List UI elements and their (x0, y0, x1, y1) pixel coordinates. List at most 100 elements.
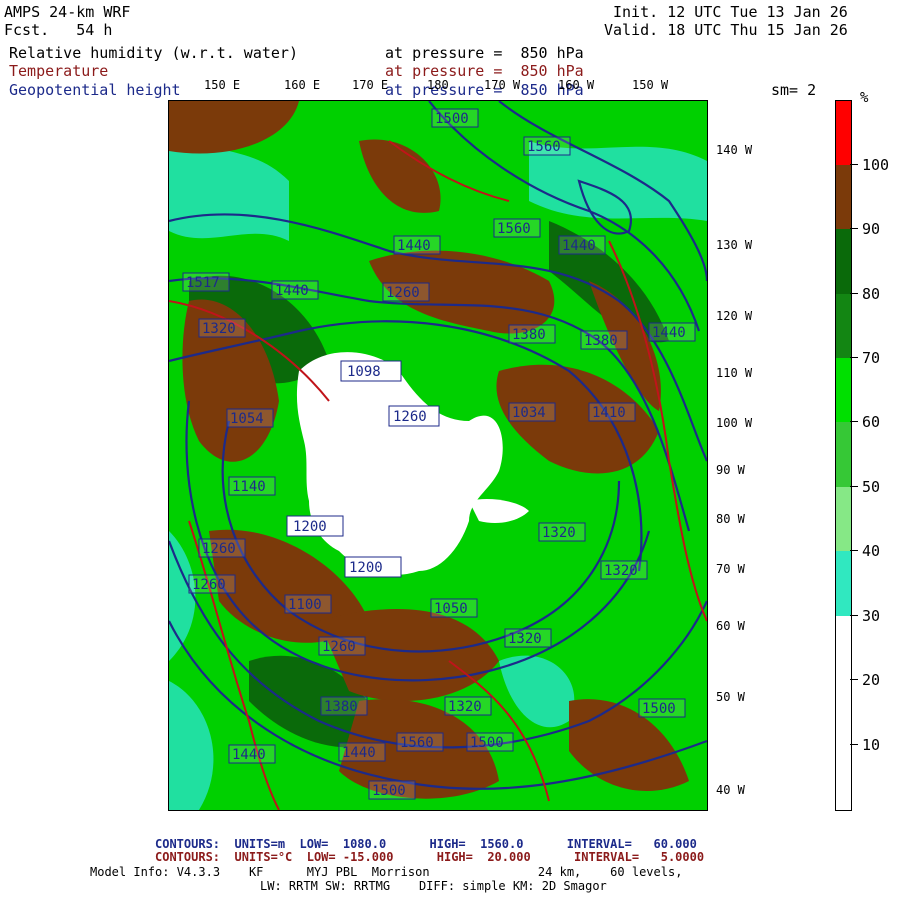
height-label: 1560 (523, 136, 571, 156)
svg-text:1320: 1320 (542, 525, 576, 541)
svg-text:1560: 1560 (400, 735, 434, 751)
svg-text:1054: 1054 (230, 411, 264, 427)
lon-label-top: 180 (427, 78, 449, 92)
height-label: 1260 (388, 405, 440, 427)
svg-text:1517: 1517 (186, 275, 220, 291)
height-label: 1260 (198, 538, 246, 558)
model-info-line2: LW: RRTM SW: RRTMG DIFF: simple KM: 2D S… (260, 879, 607, 893)
colorbar-bin (836, 680, 851, 745)
lon-label-top: 150 W (632, 78, 669, 92)
field3-name: Geopotential height (9, 81, 181, 99)
colorbar-tick-label: 40 (862, 542, 881, 560)
colorbar-tick-label: 30 (862, 607, 881, 625)
init-time: Init. 12 UTC Tue 13 Jan 26 (613, 3, 848, 21)
svg-text:1320: 1320 (604, 563, 638, 579)
svg-text:1140: 1140 (232, 479, 266, 495)
height-label: 1440 (228, 744, 276, 764)
svg-text:1320: 1320 (202, 321, 236, 337)
svg-text:1500: 1500 (642, 701, 676, 717)
lon-label-top: 160 E (284, 78, 321, 92)
map-canvas: 1500 1560 1560 1440 1440 1517 1440 1260 … (169, 101, 707, 810)
svg-text:1320: 1320 (508, 631, 542, 647)
lon-label-right: 70 W (716, 562, 745, 576)
height-label: 1140 (228, 476, 276, 496)
colorbar (835, 100, 852, 811)
colorbar-bin (836, 551, 851, 616)
field1-level: at pressure = 850 hPa (385, 44, 584, 62)
lon-label-top: 160 W (558, 78, 595, 92)
model-title: AMPS 24-km WRF (4, 3, 131, 21)
colorbar-tick-label: 90 (862, 220, 881, 238)
height-label: 1260 (188, 574, 236, 594)
lon-label-top: 170 W (484, 78, 521, 92)
svg-text:1050: 1050 (434, 601, 468, 617)
colorbar-bin (836, 101, 851, 165)
lon-label-top: 150 E (204, 78, 241, 92)
height-label: 1260 (318, 636, 366, 656)
svg-text:1500: 1500 (372, 783, 406, 799)
svg-text:1560: 1560 (527, 139, 561, 155)
field1-name: Relative humidity (w.r.t. water) (9, 44, 298, 62)
colorbar-unit: % (860, 90, 869, 106)
svg-text:1440: 1440 (652, 325, 686, 341)
lon-label-right: 40 W (716, 783, 745, 797)
colorbar-bin (836, 616, 851, 680)
svg-text:1200: 1200 (293, 519, 327, 535)
height-label: 1320 (600, 560, 648, 580)
height-label: 1440 (558, 235, 606, 255)
lon-label-right: 140 W (716, 143, 753, 157)
svg-text:1440: 1440 (562, 238, 596, 254)
colorbar-tick-label: 60 (862, 413, 881, 431)
colorbar-bin (836, 487, 851, 551)
svg-text:1200: 1200 (349, 560, 383, 576)
colorbar-tick (850, 357, 858, 358)
height-label: 1380 (320, 696, 368, 716)
svg-text:1440: 1440 (275, 283, 309, 299)
colorbar-tick-label: 70 (862, 349, 881, 367)
height-label: 1054 (226, 408, 274, 428)
height-label: 1410 (588, 402, 636, 422)
height-label: 1500 (431, 108, 479, 128)
svg-text:1260: 1260 (202, 541, 236, 557)
height-label: 1320 (444, 696, 492, 716)
weather-map: 1500 1560 1560 1440 1440 1517 1440 1260 … (168, 100, 708, 811)
height-label: 1440 (271, 280, 319, 300)
height-label: 1560 (493, 218, 541, 238)
height-label: 1440 (393, 235, 441, 255)
height-label: 1098 (340, 360, 402, 382)
svg-text:1560: 1560 (497, 221, 531, 237)
height-label: 1100 (284, 594, 332, 614)
colorbar-tick-label: 80 (862, 285, 881, 303)
svg-text:1440: 1440 (397, 238, 431, 254)
height-label: 1440 (648, 322, 696, 342)
colorbar-tick (850, 486, 858, 487)
svg-text:1034: 1034 (512, 405, 546, 421)
svg-text:1500: 1500 (435, 111, 469, 127)
svg-text:1380: 1380 (512, 327, 546, 343)
colorbar-bin (836, 229, 851, 294)
height-label: 1320 (198, 318, 246, 338)
height-label: 1500 (368, 780, 416, 800)
lon-label-right: 80 W (716, 512, 745, 526)
colorbar-tick-label: 100 (862, 156, 890, 174)
colorbar-tick (850, 744, 858, 745)
colorbar-bin (836, 422, 851, 487)
lon-label-right: 50 W (716, 690, 745, 704)
colorbar-tick (850, 679, 858, 680)
colorbar-tick (850, 615, 858, 616)
svg-text:1320: 1320 (448, 699, 482, 715)
height-label: 1034 (508, 402, 556, 422)
colorbar-tick (850, 228, 858, 229)
svg-text:1260: 1260 (386, 285, 420, 301)
height-label: 1050 (430, 598, 478, 618)
height-label: 1320 (538, 522, 586, 542)
height-label: 1440 (338, 742, 386, 762)
svg-text:1380: 1380 (324, 699, 358, 715)
svg-text:1260: 1260 (192, 577, 226, 593)
lon-label-right: 100 W (716, 416, 753, 430)
height-label: 1560 (396, 732, 444, 752)
colorbar-bin (836, 358, 851, 422)
svg-text:1260: 1260 (322, 639, 356, 655)
lon-label-right: 90 W (716, 463, 745, 477)
colorbar-tick-label: 10 (862, 736, 881, 754)
